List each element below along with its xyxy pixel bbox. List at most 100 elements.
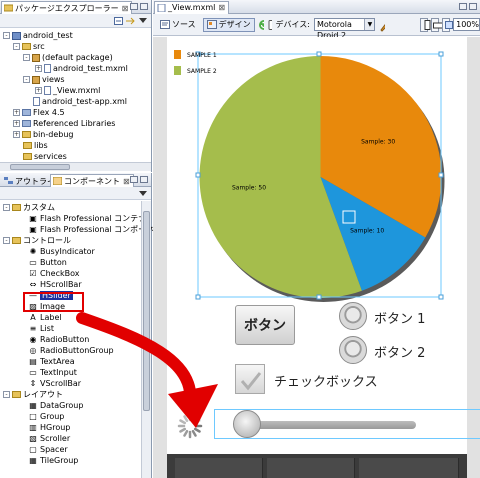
components-panel: アウトライン コンポーネント ⊠ - カスタム ▣ Flash Professional…: [0, 173, 162, 478]
component-label: RadioButtonGroup: [40, 346, 114, 355]
tree-item-view-mxml[interactable]: + _View.mxml: [35, 85, 100, 96]
collapse-icon[interactable]: -: [3, 391, 10, 398]
package-icon: [32, 75, 40, 84]
component-item[interactable]: ✺ BusyIndicator: [28, 246, 95, 257]
tree-item-android-test-mxml[interactable]: + android_test.mxml: [35, 63, 128, 74]
busy-spoke: [191, 429, 197, 437]
resize-handle[interactable]: [316, 51, 322, 57]
components-icon: [53, 177, 62, 185]
pie-chart[interactable]: Sample: 30 Sample: 10 Sample: 50 SAMPLE 1 SA…: [153, 0, 480, 478]
tree-item-label: (default package): [42, 53, 113, 62]
tab-package-explorer[interactable]: パッケージエクスプローラー ⊠: [1, 1, 133, 14]
tree-item-views[interactable]: - views: [23, 74, 65, 85]
scroll-thumb[interactable]: [10, 164, 70, 170]
component-item[interactable]: ▭ Button: [28, 257, 67, 268]
package-explorer-icon: [4, 4, 13, 12]
package-icon: [32, 53, 40, 62]
resize-handle[interactable]: [195, 294, 201, 300]
tab-components[interactable]: コンポーネント ⊠: [50, 174, 134, 187]
radio-button-1[interactable]: [339, 302, 367, 330]
radio-button-2[interactable]: [339, 336, 367, 364]
component-item[interactable]: ▧ Scroller: [28, 433, 70, 444]
component-item[interactable]: ☑ CheckBox: [28, 268, 79, 279]
component-item[interactable]: ◎ RadioButtonGroup: [28, 345, 114, 356]
mxml-file-icon: [44, 64, 51, 73]
component-item[interactable]: ≡ List: [28, 323, 54, 334]
library-icon: [22, 109, 31, 116]
close-icon[interactable]: ⊠: [122, 4, 129, 13]
resize-handle[interactable]: [438, 172, 444, 178]
tree-item-project[interactable]: - android_test: [3, 30, 73, 41]
view-menu-icon[interactable]: [139, 191, 147, 197]
collapse-icon[interactable]: -: [3, 204, 10, 211]
busy-spoke: [193, 419, 201, 425]
expand-icon[interactable]: +: [35, 87, 42, 94]
component-label: カスタム: [23, 203, 55, 212]
collapse-all-icon[interactable]: [114, 17, 123, 25]
component-item[interactable]: ◉ RadioButton: [28, 334, 90, 345]
component-item[interactable]: A Label: [28, 312, 61, 323]
collapse-icon[interactable]: -: [3, 32, 10, 39]
resize-handle[interactable]: [438, 51, 444, 57]
textarea-icon: ▤: [29, 356, 37, 366]
maximize-icon[interactable]: [140, 3, 148, 10]
component-category[interactable]: - コントロール: [3, 235, 71, 246]
collapse-icon[interactable]: -: [23, 54, 30, 61]
collapse-icon[interactable]: -: [3, 237, 10, 244]
component-item[interactable]: ▤ TextArea: [28, 356, 74, 367]
expand-icon[interactable]: +: [35, 65, 42, 72]
minimize-icon[interactable]: [130, 3, 138, 10]
component-item[interactable]: ▦ DataGroup: [28, 400, 83, 411]
tree-item-label: Referenced Libraries: [33, 119, 116, 128]
tree-item-app-xml[interactable]: android_test-app.xml: [33, 96, 127, 107]
resize-handle[interactable]: [316, 294, 322, 300]
view-window-controls: [130, 3, 148, 10]
collapse-icon[interactable]: -: [23, 76, 30, 83]
tree-item-src[interactable]: - src: [13, 41, 45, 52]
collapse-icon[interactable]: -: [13, 43, 20, 50]
tree-item-bin-debug[interactable]: + bin-debug: [13, 129, 73, 140]
component-label: コントロール: [23, 236, 71, 245]
resize-handle[interactable]: [438, 294, 444, 300]
tree-item-libs[interactable]: libs: [23, 140, 48, 151]
component-item[interactable]: ▢ Spacer: [28, 444, 67, 455]
expand-icon[interactable]: +: [13, 109, 20, 116]
component-label: レイアウト: [23, 390, 63, 399]
design-button[interactable]: ボタン: [235, 305, 295, 345]
maximize-icon[interactable]: [140, 176, 148, 183]
components-vscrollbar[interactable]: [141, 201, 151, 478]
tree-item-referenced-libraries[interactable]: + Referenced Libraries: [13, 118, 115, 129]
group-icon: □: [29, 411, 37, 421]
nav-segment-1: [175, 458, 263, 478]
component-item[interactable]: ▭ TextInput: [28, 367, 77, 378]
hslider-track[interactable]: [241, 421, 416, 429]
component-item[interactable]: ⇕ VScrollBar: [28, 378, 81, 389]
component-item[interactable]: ▣ Flash Professional コンテナ: [28, 213, 146, 224]
busy-indicator-icon: [177, 413, 203, 439]
view-menu-icon[interactable]: [139, 18, 147, 24]
tree-item-flex-sdk[interactable]: + Flex 4.5: [13, 107, 65, 118]
resize-handle[interactable]: [195, 172, 201, 178]
component-label: Scroller: [40, 434, 71, 443]
tree-item-default-package[interactable]: - (default package): [23, 52, 113, 63]
component-label: HScrollBar: [40, 280, 82, 289]
category-folder-icon: [12, 237, 21, 244]
expand-icon[interactable]: +: [13, 120, 20, 127]
component-item[interactable]: ▦ TileGroup: [28, 455, 78, 466]
scroll-thumb[interactable]: [143, 211, 150, 411]
tree-item-services[interactable]: services: [23, 151, 67, 162]
component-category[interactable]: - レイアウト: [3, 389, 63, 400]
close-icon[interactable]: ⊠: [123, 177, 130, 186]
design-checkbox[interactable]: [235, 364, 265, 394]
minimize-icon[interactable]: [130, 176, 138, 183]
package-explorer-hscrollbar[interactable]: [0, 162, 151, 171]
component-category[interactable]: - カスタム: [3, 202, 55, 213]
expand-icon[interactable]: +: [13, 131, 20, 138]
pie-slice-label: Sample: 30: [361, 139, 395, 146]
hslider-thumb[interactable]: [233, 410, 261, 438]
component-item[interactable]: ▥ HGroup: [28, 422, 70, 433]
pie-slice-label: Sample: 50: [232, 185, 266, 192]
link-editor-icon[interactable]: [125, 17, 135, 25]
component-item[interactable]: ⇔ HScrollBar: [28, 279, 82, 290]
component-item[interactable]: □ Group: [28, 411, 64, 422]
